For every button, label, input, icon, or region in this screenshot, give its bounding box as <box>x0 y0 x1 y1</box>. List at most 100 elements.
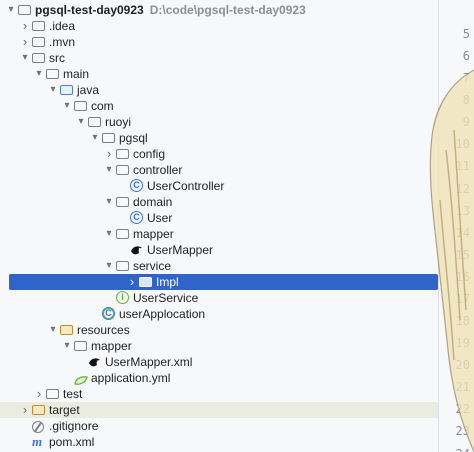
tree-row[interactable]: .gitignore <box>0 418 438 434</box>
tree-row[interactable]: ▾ com <box>0 98 438 114</box>
chevron-right-icon[interactable]: › <box>33 386 45 402</box>
line-number: 15 <box>455 247 470 262</box>
line-number: 23 <box>455 424 470 439</box>
chevron-right-icon[interactable]: › <box>103 146 115 162</box>
line-number: 6 <box>462 49 470 64</box>
tree-row[interactable]: CuserApplocation <box>0 306 438 322</box>
tree-row[interactable]: UserMapper <box>0 242 438 258</box>
tree-row[interactable]: ▾ src <box>0 50 438 66</box>
line-number: 10 <box>455 137 470 152</box>
line-number: 24 <box>440 446 470 452</box>
chevron-down-icon[interactable]: ▾ <box>61 338 73 354</box>
spring-config-icon <box>74 373 88 385</box>
tree-row[interactable]: UserMapper.xml <box>0 354 438 370</box>
tree-row[interactable]: › config <box>0 146 438 162</box>
chevron-down-icon[interactable]: ▾ <box>5 2 17 18</box>
mybatis-xml-icon <box>88 356 101 367</box>
folder-icon <box>46 69 59 79</box>
tree-row[interactable]: ▾ ruoyi <box>0 114 438 130</box>
tree-row[interactable]: ▾ mapper <box>0 338 438 354</box>
line-number: 12 <box>455 181 470 196</box>
package-icon <box>116 197 129 207</box>
tree-item-label: ruoyi <box>105 115 132 129</box>
line-number: 5 <box>462 27 470 41</box>
tree-row[interactable]: › .mvn <box>0 34 438 50</box>
line-number: 20 <box>455 358 470 373</box>
tree-item-label: Impl <box>156 275 179 289</box>
chevron-down-icon[interactable]: ▾ <box>19 50 31 66</box>
tree-item-label: userApplocation <box>119 307 206 321</box>
line-number: 9 <box>462 115 470 130</box>
chevron-right-icon[interactable]: › <box>19 34 31 50</box>
tree-row[interactable]: C User <box>0 210 438 226</box>
mybatis-icon <box>130 244 143 255</box>
tree-row[interactable]: ▾ java <box>0 82 438 98</box>
tree-row[interactable]: › test <box>0 386 438 402</box>
tree-item-label: target <box>49 403 80 417</box>
tree-row[interactable]: ▾ controller <box>0 162 438 178</box>
package-icon <box>74 101 87 111</box>
chevron-down-icon[interactable]: ▾ <box>103 258 115 274</box>
tree-row[interactable]: ▾ mapper <box>0 226 438 242</box>
line-number: 22 <box>455 402 470 417</box>
class-icon: C <box>130 179 143 192</box>
tree-item-label: UserMapper <box>147 243 214 257</box>
tree-row[interactable]: ▾ resources <box>0 322 438 338</box>
tree-item-label: pgsql <box>119 131 148 145</box>
tree-row[interactable]: application.yml <box>0 370 438 386</box>
tree-row[interactable]: ▾ pgsql-test-day0923 D:\code\pgsql-test-da… <box>0 2 438 18</box>
tree-row[interactable]: › Impl <box>9 274 438 290</box>
chevron-down-icon[interactable]: ▾ <box>61 98 73 114</box>
tree-item-label: resources <box>77 323 130 337</box>
folder-icon <box>32 21 45 31</box>
folder-icon <box>32 53 45 63</box>
tree-item-label: controller <box>133 163 183 177</box>
tree-item-label: pgsql-test-day0923 D:\code\pgsql-test-day… <box>35 3 306 17</box>
tree-row[interactable]: ▾ pgsql <box>0 130 438 146</box>
chevron-right-icon[interactable]: › <box>126 274 138 290</box>
tree-item-label: main <box>63 67 90 81</box>
folder-icon <box>32 37 45 47</box>
tree-item-label: User <box>147 211 173 225</box>
chevron-down-icon[interactable]: ▾ <box>103 226 115 242</box>
line-number: 7 <box>462 71 470 86</box>
chevron-down-icon[interactable]: ▾ <box>47 82 59 98</box>
tree-row[interactable]: › .idea <box>0 18 438 34</box>
tree-row[interactable]: ▾ main <box>0 66 438 82</box>
class-icon: C <box>130 211 143 224</box>
package-icon <box>116 149 129 159</box>
gitignore-icon <box>32 421 44 433</box>
project-tree[interactable]: ▾ pgsql-test-day0923 D:\code\pgsql-test-da… <box>0 0 438 452</box>
line-number: 18 <box>455 314 470 329</box>
tree-item-label: .gitignore <box>49 419 99 433</box>
tree-row[interactable]: I UserService <box>0 290 438 306</box>
project-path: D:\code\pgsql-test-day0923 <box>149 3 306 17</box>
chevron-down-icon[interactable]: ▾ <box>89 130 101 146</box>
chevron-down-icon[interactable]: ▾ <box>103 194 115 210</box>
source-folder-icon <box>60 85 73 95</box>
interface-icon: I <box>116 291 129 304</box>
chevron-down-icon[interactable]: ▾ <box>103 162 115 178</box>
chevron-right-icon[interactable]: › <box>19 18 31 34</box>
resources-folder-icon <box>60 325 73 335</box>
tree-row[interactable]: ▾ service <box>0 258 438 274</box>
tree-item-label: service <box>133 259 172 273</box>
maven-icon: m <box>32 434 43 449</box>
tree-item-label: src <box>49 51 65 65</box>
tree-row[interactable]: C UserController <box>0 178 438 194</box>
tree-row[interactable]: ▾ domain <box>0 194 438 210</box>
package-icon <box>88 117 101 127</box>
chevron-down-icon[interactable]: ▾ <box>33 66 45 82</box>
line-number: 14 <box>455 225 470 240</box>
tree-item-label: java <box>77 83 100 97</box>
tree-row[interactable]: m pom.xml <box>0 434 438 450</box>
folder-icon <box>46 389 59 399</box>
chevron-right-icon[interactable]: › <box>19 402 31 418</box>
line-number: 13 <box>455 203 470 218</box>
tree-item-label: UserService <box>133 291 199 305</box>
chevron-down-icon[interactable]: ▾ <box>75 114 87 130</box>
line-number: 11 <box>455 159 470 174</box>
chevron-down-icon[interactable]: ▾ <box>47 322 59 338</box>
tree-row[interactable]: › target <box>0 402 438 418</box>
folder-icon <box>74 341 87 351</box>
